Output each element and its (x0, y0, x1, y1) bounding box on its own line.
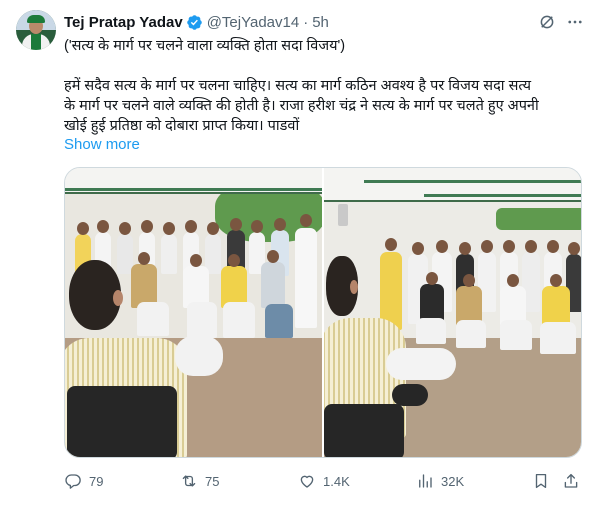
person-face (568, 242, 580, 255)
bookmark-icon (535, 473, 547, 489)
avatar-cap (27, 15, 45, 23)
chair-arm (392, 384, 428, 406)
photo-beam (424, 194, 581, 197)
person-face (97, 220, 109, 233)
avatar-scarf (31, 34, 41, 50)
person-face (550, 274, 562, 287)
foreground-person-ear (350, 280, 358, 294)
person-legs (265, 304, 293, 338)
repost-button[interactable]: 75 (180, 470, 219, 492)
repost-icon (182, 475, 196, 487)
photo-beam (364, 180, 581, 183)
person-face (436, 240, 448, 253)
person-face (525, 240, 537, 253)
person-face (138, 252, 150, 265)
person-standing (295, 228, 317, 328)
share-button[interactable] (562, 470, 587, 492)
person-face (77, 222, 89, 235)
person-legs (540, 322, 576, 354)
person-face (274, 218, 286, 231)
person-face (207, 222, 219, 235)
foreground-person-ear (113, 290, 123, 306)
person-face (185, 220, 197, 233)
reply-icon (65, 474, 81, 489)
person-face (426, 272, 438, 285)
person-legs (500, 320, 532, 350)
person-face (459, 242, 471, 255)
photo-meeting-left[interactable] (65, 168, 322, 457)
foreground-person-legs (386, 348, 456, 380)
foreground-person-legs (175, 336, 223, 376)
author-name[interactable]: Tej Pratap Yadav (64, 14, 183, 31)
author-avatar[interactable] (16, 10, 56, 50)
photo-meeting-right[interactable] (324, 168, 581, 457)
photo-trees (496, 208, 581, 230)
share-icon (564, 473, 578, 488)
tweet-body-line: हमें सदैव सत्य के मार्ग पर चलना चाहिए। स… (64, 78, 532, 94)
show-more-link[interactable]: Show more (64, 136, 140, 153)
repost-count: 75 (205, 473, 220, 489)
person-face (385, 238, 397, 251)
verified-badge-icon (186, 14, 202, 30)
reply-button[interactable]: 79 (64, 470, 103, 492)
tweet-actions: 79 75 1.4K 32K (64, 470, 584, 492)
tweet-card[interactable]: Tej Pratap Yadav @TejYadav14 · 5h ('सत्य… (0, 0, 590, 505)
person-face (503, 240, 515, 253)
reply-count: 79 (89, 473, 104, 489)
tweet-body: हमें सदैव सत्य के मार्ग पर चलना चाहिए। स… (64, 76, 584, 136)
person-face (267, 250, 279, 263)
tweet-body-line: खोई हुई प्रतिष्ठा को दोबारा प्राप्त किया… (64, 118, 300, 134)
person-face (230, 218, 242, 231)
tweet-quote-line: ('सत्य के मार्ग पर चलने वाला व्यक्ति होत… (64, 38, 346, 54)
tweet-body-line: के मार्ग पर चलने वाले व्यक्ति की होती है… (64, 98, 539, 114)
bookmark-button[interactable] (532, 470, 557, 492)
view-count: 32K (441, 473, 465, 489)
like-button[interactable]: 1.4K (298, 470, 350, 492)
person-face (481, 240, 493, 253)
person-legs (187, 302, 217, 338)
person-legs (456, 320, 486, 348)
person-face (141, 220, 153, 233)
person (161, 234, 177, 274)
heart-icon (300, 475, 314, 488)
more-options-icon[interactable] (566, 13, 584, 31)
person-face (507, 274, 519, 287)
person-face (119, 222, 131, 235)
person-face (228, 254, 240, 267)
views-chart-icon (419, 474, 432, 488)
person-face (163, 222, 175, 235)
person-face (463, 274, 475, 287)
person-face (547, 240, 559, 253)
person-face (190, 254, 202, 267)
switch-board (338, 204, 348, 226)
media-grid (64, 167, 582, 458)
tweet-header: Tej Pratap Yadav @TejYadav14 · 5h (64, 12, 329, 32)
author-handle[interactable]: @TejYadav14 (207, 14, 300, 31)
person-legs (223, 302, 255, 338)
grok-icon[interactable] (538, 13, 556, 31)
person-face (251, 220, 263, 233)
person-legs (416, 318, 446, 344)
like-count: 1.4K (323, 473, 350, 489)
views-button[interactable]: 32K (416, 470, 464, 492)
chair (67, 386, 177, 457)
photo-beam (65, 188, 322, 191)
person-legs (137, 302, 169, 336)
chair (324, 404, 404, 457)
header-separator: · (303, 13, 309, 31)
person-face (300, 214, 312, 227)
person-seated (261, 262, 285, 308)
person-face (412, 242, 424, 255)
post-time[interactable]: 5h (312, 14, 329, 31)
